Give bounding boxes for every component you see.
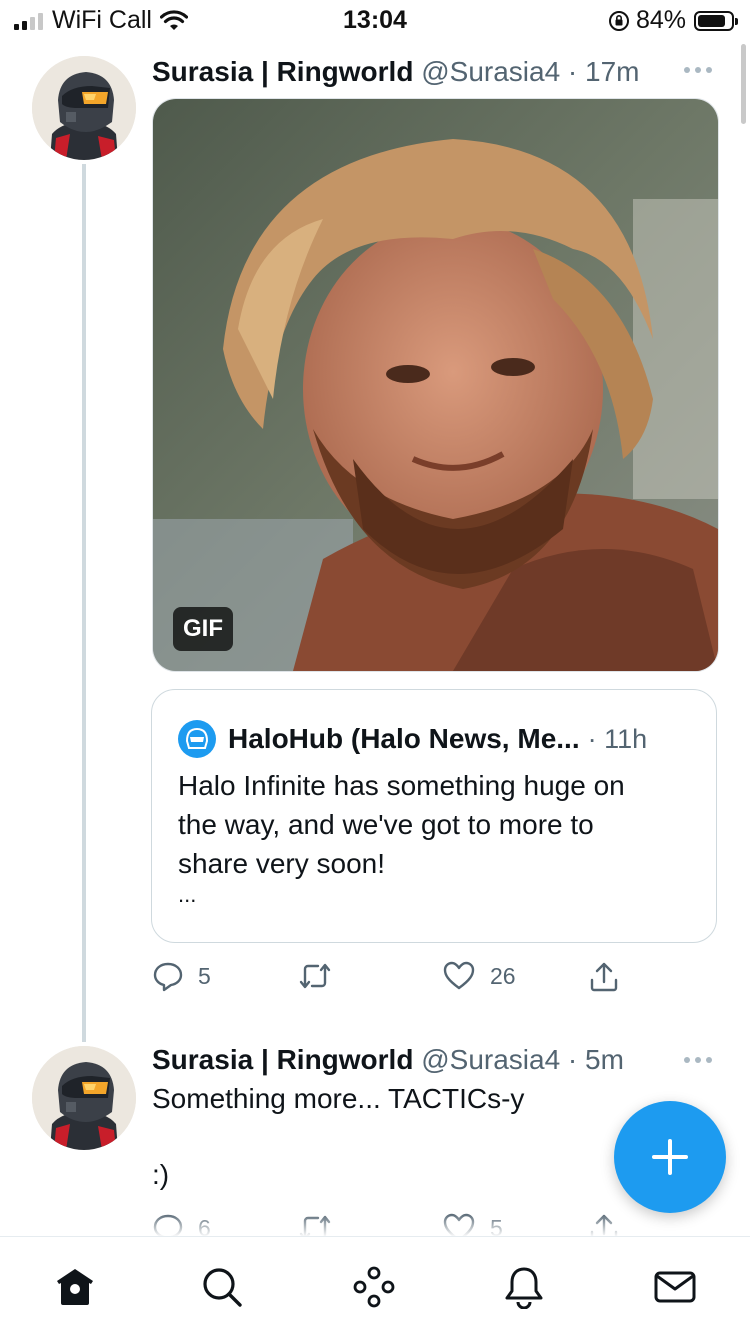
tweet-handle-time: @Surasia4 · 5m bbox=[421, 1044, 624, 1075]
halohub-helmet-logo-icon bbox=[178, 720, 216, 758]
status-bar: WiFi Call 13:04 84% bbox=[0, 0, 750, 40]
messages-envelope-icon bbox=[654, 1271, 696, 1303]
quoted-timestamp: · 11h bbox=[587, 723, 648, 754]
notifications-bell-icon bbox=[505, 1267, 543, 1309]
quoted-display-name: HaloHub (Halo News, Me... bbox=[228, 723, 580, 754]
tab-search[interactable] bbox=[200, 1265, 244, 1309]
content-fade bbox=[0, 1213, 750, 1237]
halo-spartan-avatar-icon bbox=[32, 56, 136, 160]
avatar[interactable] bbox=[32, 56, 136, 160]
tab-spaces[interactable] bbox=[352, 1265, 396, 1309]
retweet-button[interactable] bbox=[298, 960, 346, 992]
share-button[interactable] bbox=[588, 960, 634, 994]
reply-count: 5 bbox=[198, 962, 211, 989]
avatar[interactable] bbox=[32, 1046, 136, 1150]
more-options-icon[interactable] bbox=[684, 64, 720, 76]
share-icon bbox=[590, 962, 618, 992]
heart-icon bbox=[443, 961, 475, 990]
reply-icon bbox=[153, 962, 183, 992]
home-icon bbox=[57, 1269, 93, 1305]
more-options-icon[interactable] bbox=[684, 1054, 720, 1066]
like-button[interactable]: 26 bbox=[442, 960, 516, 992]
halo-spartan-avatar-icon bbox=[32, 1046, 136, 1150]
tweet-handle-time: @Surasia4 · 17m bbox=[421, 56, 640, 87]
quoted-tweet-truncation: ... bbox=[178, 882, 197, 907]
bottom-tab-bar bbox=[0, 1236, 750, 1335]
battery-percent: 84% bbox=[635, 6, 686, 34]
plus-icon bbox=[652, 1139, 688, 1175]
quoted-tweet-card[interactable]: HaloHub (Halo News, Me... · 11h Halo Inf… bbox=[151, 689, 717, 943]
display-name[interactable]: Surasia | Ringworld bbox=[152, 56, 413, 87]
tweet-header: Surasia | Ringworld @Surasia4 · 5m bbox=[152, 1044, 624, 1076]
scrollbar[interactable] bbox=[741, 44, 746, 124]
like-count: 26 bbox=[490, 962, 516, 989]
quoted-tweet-text: Halo Infinite has something huge on the … bbox=[178, 770, 625, 879]
animated-gif-image bbox=[153, 99, 718, 671]
reply-button[interactable]: 5 bbox=[152, 960, 211, 992]
tweet-header: Surasia | Ringworld @Surasia4 · 17m bbox=[152, 56, 640, 88]
tab-home[interactable] bbox=[53, 1265, 97, 1309]
orientation-lock-icon bbox=[608, 10, 629, 31]
gif-badge: GIF bbox=[173, 607, 233, 651]
display-name[interactable]: Surasia | Ringworld bbox=[152, 1044, 413, 1075]
tweet-action-bar: 5 26 bbox=[152, 960, 632, 1000]
tweet-text: Something more... TACTICs-y :) bbox=[152, 1083, 525, 1190]
compose-tweet-button[interactable] bbox=[614, 1101, 726, 1213]
battery-icon bbox=[694, 10, 738, 31]
tab-messages[interactable] bbox=[653, 1265, 697, 1309]
spaces-icon bbox=[353, 1266, 395, 1308]
search-icon bbox=[203, 1268, 242, 1307]
thread-connector-line bbox=[82, 164, 86, 1042]
tweet-media-gif[interactable]: GIF bbox=[152, 98, 719, 672]
retweet-icon bbox=[299, 963, 331, 989]
tab-notifications[interactable] bbox=[502, 1265, 546, 1309]
